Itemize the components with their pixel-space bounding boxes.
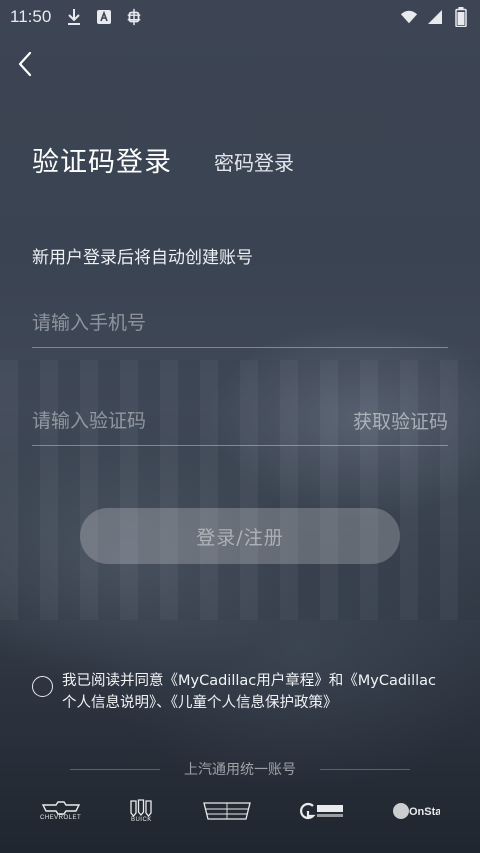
- a-app-icon: [95, 8, 113, 26]
- divider-line-right: [320, 768, 410, 770]
- onstar-label: OnStar: [409, 806, 440, 818]
- download-icon: [65, 8, 83, 26]
- code-input[interactable]: [32, 409, 312, 432]
- get-code-button[interactable]: 获取验证码: [353, 407, 448, 434]
- divider-label: 上汽通用统一账号: [184, 762, 296, 778]
- signal-icon: [426, 8, 444, 26]
- phone-field: [32, 298, 448, 348]
- status-bar: 11:50: [0, 0, 480, 34]
- tab-password-login[interactable]: 密码登录: [214, 147, 294, 176]
- back-button[interactable]: [10, 48, 40, 80]
- agreement-checkbox[interactable]: [32, 676, 53, 697]
- account-divider: 上汽通用统一账号: [0, 758, 480, 780]
- agreement-text[interactable]: 我已阅读并同意《MyCadillac用户章程》和《MyCadillac 个人信息…: [62, 670, 436, 714]
- phone-input[interactable]: [32, 311, 312, 334]
- onstar-logo-icon[interactable]: OnStar: [392, 800, 440, 822]
- divider-line-left: [70, 768, 160, 770]
- buick-label: BUICK: [130, 817, 152, 823]
- buick-logo-icon[interactable]: BUICK: [128, 799, 154, 823]
- chevrolet-logo-icon[interactable]: CHEVROLET: [40, 801, 81, 821]
- new-user-hint: 新用户登录后将自动创建账号: [32, 248, 253, 268]
- brand-logos: CHEVROLET BUICK OnStar: [40, 793, 440, 829]
- tab-sms-login[interactable]: 验证码登录: [32, 140, 172, 179]
- login-tabs: 验证码登录 密码登录: [32, 140, 294, 179]
- login-register-button[interactable]: 登录/注册: [80, 508, 400, 564]
- cadillac-logo-icon[interactable]: [202, 801, 252, 821]
- status-time: 11:50: [10, 7, 52, 26]
- agreement-line-2[interactable]: 个人信息说明》、《儿童个人信息保护政策》: [62, 692, 436, 714]
- chevron-left-icon: [18, 51, 32, 77]
- battery-icon: [452, 7, 470, 27]
- partner-logo-icon[interactable]: [299, 801, 345, 821]
- chevrolet-label: CHEVROLET: [40, 815, 82, 821]
- wifi-icon: [400, 8, 418, 26]
- agreement-row: 我已阅读并同意《MyCadillac用户章程》和《MyCadillac 个人信息…: [32, 670, 452, 714]
- code-field: 获取验证码: [32, 396, 448, 446]
- agreement-line-1[interactable]: 我已阅读并同意《MyCadillac用户章程》和《MyCadillac: [62, 670, 436, 692]
- bug-app-icon: [125, 8, 143, 26]
